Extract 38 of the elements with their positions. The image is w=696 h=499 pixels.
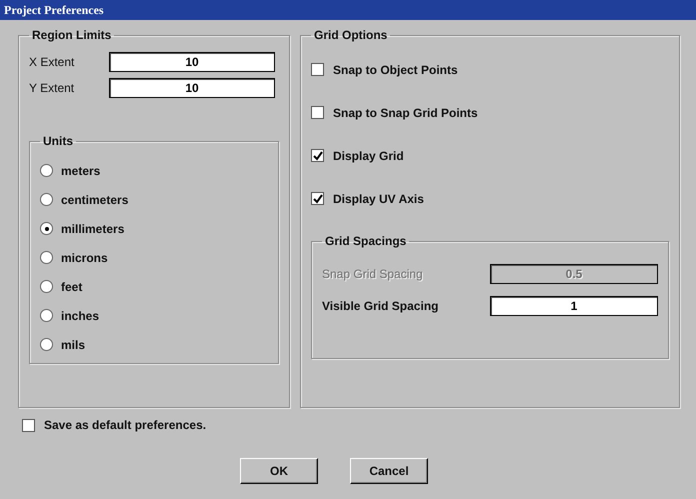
checkbox-label: Save as default preferences. <box>44 418 206 432</box>
radio-button[interactable] <box>40 309 53 322</box>
checkbox-label: Display Grid <box>333 148 404 162</box>
group-title: Units <box>42 134 74 148</box>
radio-button[interactable] <box>40 193 53 206</box>
input-field[interactable]: 10 <box>109 78 275 98</box>
checkbox-label: Snap to Snap Grid Points <box>333 106 478 120</box>
checkbox[interactable] <box>311 192 324 205</box>
checkbox[interactable] <box>22 418 35 432</box>
group-title: Grid Spacings <box>324 234 408 248</box>
checkbox[interactable] <box>311 106 324 119</box>
dialog-button[interactable]: Cancel <box>350 458 428 484</box>
input-field[interactable]: 10 <box>109 52 275 72</box>
radio-label: microns <box>61 250 108 264</box>
radio-label: feet <box>61 280 82 294</box>
checkbox[interactable] <box>311 63 324 76</box>
field-label: X Extent <box>29 55 76 69</box>
radio-button[interactable] <box>40 222 53 235</box>
radio-label: mils <box>61 338 86 352</box>
input-field[interactable]: 1 <box>490 296 658 316</box>
checkbox-label: Display UV Axis <box>333 192 424 206</box>
radio-label: centimeters <box>61 192 128 206</box>
radio-button[interactable] <box>40 280 53 293</box>
dialog-button[interactable]: OK <box>240 458 318 484</box>
field-label: Visible Grid Spacing <box>322 299 438 313</box>
radio-label: inches <box>61 308 100 322</box>
checkbox[interactable] <box>311 149 324 162</box>
checkbox-label: Snap to Object Points <box>333 62 458 76</box>
radio-button[interactable] <box>40 251 53 264</box>
radio-button[interactable] <box>40 164 53 177</box>
radio-label: millimeters <box>61 222 124 236</box>
radio-label: meters <box>61 164 100 178</box>
radio-button[interactable] <box>40 338 53 351</box>
field-label: Snap Grid Spacing <box>322 267 423 281</box>
group-title: Region Limits <box>31 28 112 42</box>
window-title: Project Preferences <box>4 2 104 18</box>
field-label: Y Extent <box>29 81 76 95</box>
group-title: Grid Options <box>313 28 388 42</box>
